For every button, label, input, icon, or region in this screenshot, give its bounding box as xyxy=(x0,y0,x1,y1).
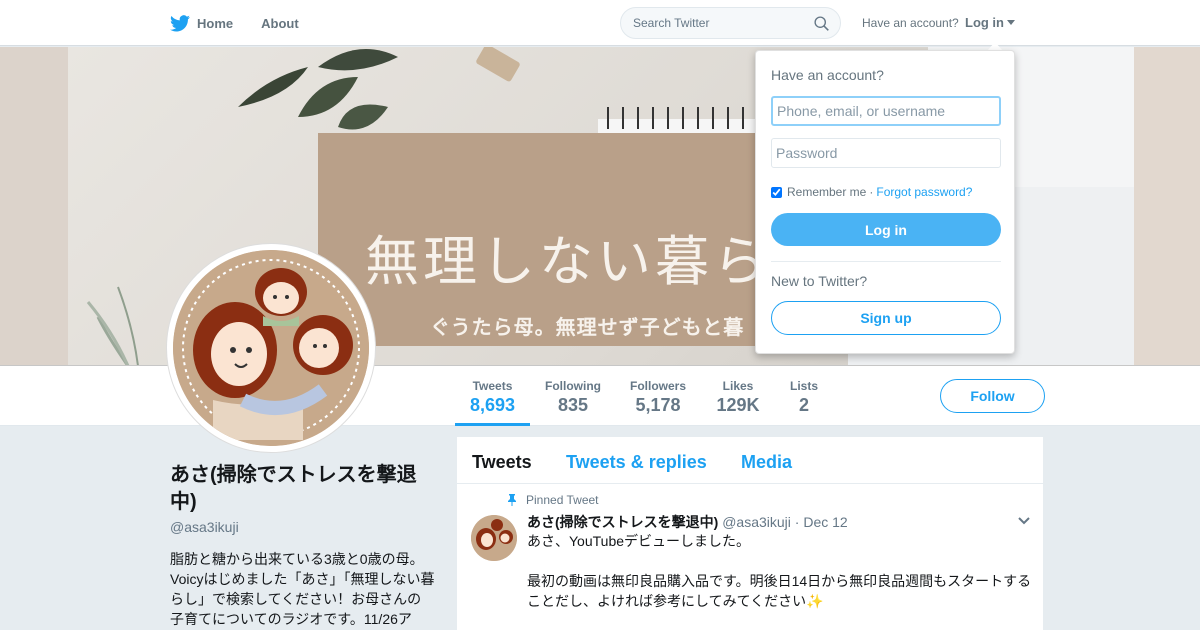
profile-bio: 脂肪と糖から出来ている3歳と0歳の母。Voicyはじめました「あさ」「無理しない… xyxy=(170,551,435,627)
nav-about[interactable]: About xyxy=(261,16,299,31)
chevron-down-icon[interactable] xyxy=(1017,514,1031,528)
username-input[interactable] xyxy=(771,96,1001,126)
tweet-author-name[interactable]: あさ(掃除でストレスを撃退中) xyxy=(527,514,718,530)
stat-likes[interactable]: Likes 129K xyxy=(713,366,763,426)
have-account-text: Have an account? xyxy=(862,16,959,30)
stat-tweets[interactable]: Tweets 8,693 xyxy=(455,366,530,426)
tweet-separator: · xyxy=(794,514,800,530)
nav-home-label: Home xyxy=(197,15,234,31)
tab-tweets-replies[interactable]: Tweets & replies xyxy=(566,452,707,473)
stat-value: 835 xyxy=(557,395,589,415)
tweet-avatar-art xyxy=(471,515,517,561)
stat-value: 5,178 xyxy=(635,395,681,415)
login-dropdown-title: Have an account? xyxy=(771,67,884,83)
stat-lists[interactable]: Lists 2 xyxy=(786,366,822,426)
pinned-text: Pinned Tweet xyxy=(526,493,599,507)
profile-avatar[interactable] xyxy=(166,243,376,453)
timeline-tabs: Tweets Tweets & replies Media xyxy=(457,437,1043,484)
tweet-date[interactable]: Dec 12 xyxy=(803,514,847,530)
remember-separator: · xyxy=(869,185,874,199)
stat-value: 129K xyxy=(716,395,760,415)
banner-side xyxy=(1134,47,1200,365)
stat-label: Tweets xyxy=(472,379,513,393)
avatar-art xyxy=(173,250,369,446)
tweet-text-line: 最初の動画は無印良品購入品です。明後日14日から無印良品週間もスタートすることだ… xyxy=(527,573,1032,609)
tweet-text-line: あさ、YouTubeデビューしました。 xyxy=(527,533,751,549)
nav-left: Home About xyxy=(170,0,327,46)
login-dropdown-toggle[interactable]: Log in xyxy=(965,15,1015,30)
login-link-label: Log in xyxy=(965,15,1004,30)
stat-label: Followers xyxy=(629,379,686,393)
tab-media[interactable]: Media xyxy=(741,452,792,473)
tweet-header: あさ(掃除でストレスを撃退中) @asa3ikuji · Dec 12 xyxy=(527,512,848,532)
stat-followers[interactable]: Followers 5,178 xyxy=(626,366,690,426)
stat-label: Likes xyxy=(722,379,754,393)
login-button[interactable]: Log in xyxy=(771,213,1001,246)
divider xyxy=(771,261,1001,262)
stat-label: Lists xyxy=(789,379,818,393)
stat-label: Following xyxy=(545,379,601,393)
top-nav: Home About Search Twitter Have an accoun… xyxy=(0,0,1200,46)
remember-row: Remember me · Forgot password? xyxy=(771,185,972,199)
tab-tweets[interactable]: Tweets xyxy=(472,452,532,473)
twitter-bird-icon xyxy=(170,14,190,32)
stat-value: 2 xyxy=(798,395,809,415)
search-icon[interactable] xyxy=(813,15,830,32)
caret-down-icon xyxy=(1007,20,1015,25)
nav-home[interactable]: Home xyxy=(170,14,234,32)
password-input[interactable] xyxy=(771,138,1001,168)
profile-handle[interactable]: @asa3ikuji xyxy=(170,519,239,535)
pinned-tweet-label: Pinned Tweet xyxy=(507,493,599,507)
timeline: Tweets Tweets & replies Media Pinned Twe… xyxy=(456,436,1044,630)
search-placeholder: Search Twitter xyxy=(633,16,710,30)
forgot-password-link[interactable]: Forgot password? xyxy=(876,185,972,199)
banner-subtitle: ぐうたら母。無理せず子どもと暮 xyxy=(430,315,745,339)
login-dropdown: Have an account? Remember me · Forgot pa… xyxy=(755,50,1015,354)
pin-icon xyxy=(508,494,516,506)
signup-button[interactable]: Sign up xyxy=(771,301,1001,335)
search-input[interactable]: Search Twitter xyxy=(620,7,841,39)
profile-name: あさ(掃除でストレスを撃退中) xyxy=(170,464,417,513)
avatar-illustration xyxy=(173,250,369,446)
tweet-avatar[interactable] xyxy=(471,515,517,561)
stat-following[interactable]: Following 835 xyxy=(541,366,605,426)
tweet-text: あさ、YouTubeデビューしました。 最初の動画は無印良品購入品です。明後日1… xyxy=(527,531,1037,630)
banner-title: 無理しない暮ら xyxy=(365,230,771,293)
stat-value: 8,693 xyxy=(469,395,516,415)
tweet-author-handle[interactable]: @asa3ikuji xyxy=(722,514,791,530)
follow-button[interactable]: Follow xyxy=(940,379,1045,413)
remember-me-label[interactable]: Remember me xyxy=(787,185,866,199)
remember-me-checkbox[interactable] xyxy=(771,186,782,198)
new-to-twitter-text: New to Twitter? xyxy=(771,273,868,289)
